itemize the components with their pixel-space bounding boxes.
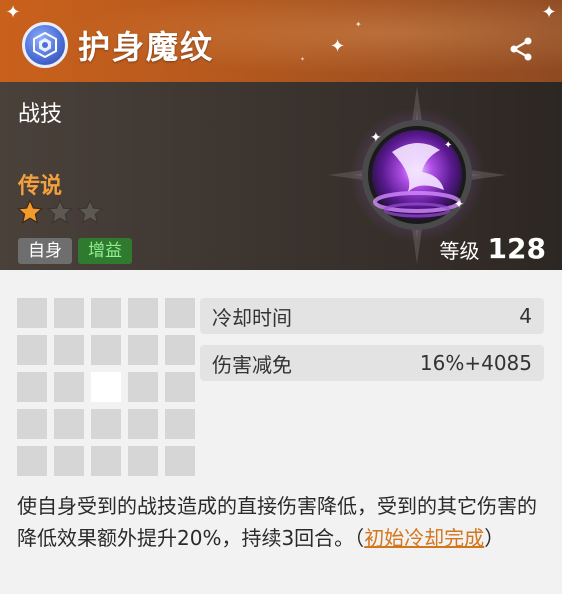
range-cell <box>54 298 84 328</box>
range-cell <box>17 372 47 402</box>
sparkle-icon: ✦ <box>355 20 362 29</box>
svg-text:✦: ✦ <box>370 130 382 146</box>
level-label: 等级 <box>439 239 480 263</box>
range-cell <box>91 409 121 439</box>
stat-label: 冷却时间 <box>212 305 292 330</box>
stat-damage-reduction: 伤害减免 16%+4085 <box>200 345 544 381</box>
range-cell-active <box>91 372 121 402</box>
svg-text:✦: ✦ <box>454 197 464 211</box>
stat-label: 伤害减免 <box>212 352 292 377</box>
range-cell <box>165 372 195 402</box>
skill-range-grid <box>17 298 195 476</box>
stat-cooldown: 冷却时间 4 <box>200 298 544 334</box>
level-value: 128 <box>487 232 546 265</box>
skill-category: 战技 <box>18 102 63 127</box>
stat-value: 16%+4085 <box>419 351 532 375</box>
corner-ornament-icon: ✦ <box>541 2 557 23</box>
range-cell <box>17 446 47 476</box>
share-icon <box>510 37 532 61</box>
initial-cooldown-link[interactable]: 初始冷却完成 <box>364 526 484 550</box>
range-cell <box>17 335 47 365</box>
range-cell <box>128 446 158 476</box>
range-cell <box>128 372 158 402</box>
range-cell <box>91 335 121 365</box>
skill-card: ✦ ✦ 护身魔纹 ✦ ✦ ✦ 战技 ✦ ✦ ✦ 传说 自身 增益 等级 128 … <box>0 0 562 594</box>
skill-title: 护身魔纹 <box>78 28 215 66</box>
range-cell <box>54 446 84 476</box>
rarity-label: 传说 <box>18 174 63 199</box>
range-cell <box>54 335 84 365</box>
sparkle-icon: ✦ <box>330 36 346 57</box>
range-cell <box>54 409 84 439</box>
range-cell <box>128 409 158 439</box>
range-cell <box>91 446 121 476</box>
range-cell <box>165 298 195 328</box>
skill-description: 使自身受到的战技造成的直接伤害降低，受到的其它伤害的降低效果额外提升20%，持续… <box>17 490 545 554</box>
share-button[interactable] <box>506 34 536 64</box>
stat-value: 4 <box>519 304 532 328</box>
rune-shield-icon <box>22 22 68 68</box>
skill-info-panel: 战技 ✦ ✦ ✦ 传说 自身 增益 等级 128 <box>0 82 562 270</box>
star-empty-icon <box>76 198 104 224</box>
range-cell <box>91 298 121 328</box>
range-cell <box>128 335 158 365</box>
range-cell <box>17 298 47 328</box>
skill-header: ✦ ✦ 护身魔纹 ✦ ✦ ✦ <box>0 0 562 82</box>
svg-text:✦: ✦ <box>444 140 452 151</box>
range-cell <box>17 409 47 439</box>
range-cell <box>128 298 158 328</box>
tag-self: 自身 <box>18 238 72 264</box>
range-cell <box>165 335 195 365</box>
sparkle-icon: ✦ <box>300 56 306 63</box>
description-tail: ） <box>484 526 505 550</box>
range-cell <box>165 409 195 439</box>
star-empty-icon <box>46 198 74 224</box>
range-cell <box>165 446 195 476</box>
star-filled-icon <box>16 198 44 224</box>
tag-list: 自身 增益 <box>18 238 132 264</box>
tag-buff: 增益 <box>78 238 132 264</box>
corner-ornament-icon: ✦ <box>5 2 21 23</box>
star-rating <box>16 198 104 226</box>
range-cell <box>54 372 84 402</box>
skill-level: 等级 128 <box>440 232 546 265</box>
